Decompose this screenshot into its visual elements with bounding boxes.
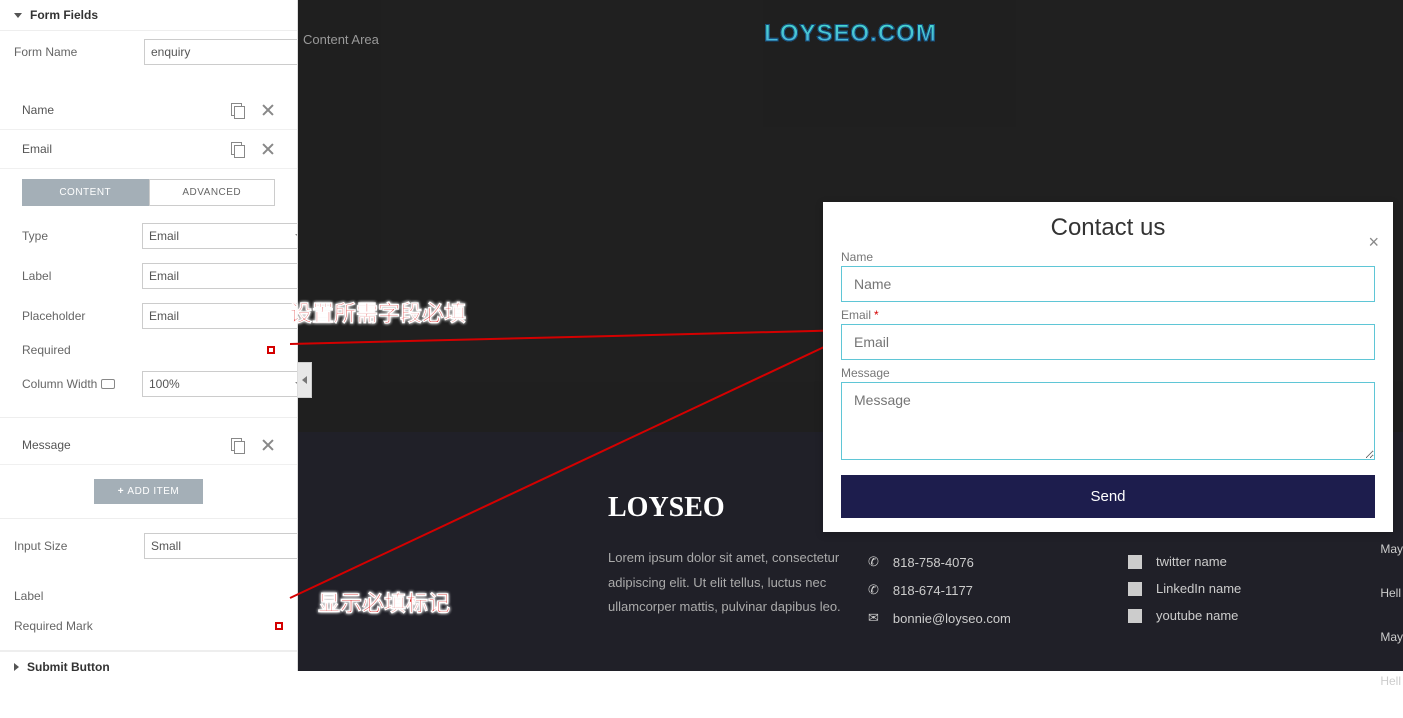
popup-email-label: Email*: [841, 308, 1375, 322]
form-name-input[interactable]: [144, 39, 298, 65]
field-label: Email: [22, 142, 52, 156]
field-label: Message: [22, 438, 71, 452]
type-select[interactable]: [142, 223, 298, 249]
social-item: youtube name: [1128, 608, 1241, 623]
form-name-label: Form Name: [14, 45, 144, 59]
edge-text: Hell: [1380, 586, 1403, 600]
contact-item: ✆818-758-4076: [868, 554, 1011, 570]
copy-icon[interactable]: [231, 142, 245, 156]
watermark: LOYSEO.COM: [764, 20, 937, 48]
required-row: Required YES: [0, 336, 297, 364]
close-icon[interactable]: [261, 103, 275, 117]
input-size-label: Input Size: [14, 539, 144, 553]
popup-name-label: Name: [841, 250, 1375, 264]
tab-content[interactable]: CONTENT: [22, 179, 149, 206]
section-title: Form Fields: [30, 8, 98, 22]
popup-message-label: Message: [841, 366, 1375, 380]
close-icon[interactable]: [261, 438, 275, 452]
label-show-label: Label: [14, 589, 144, 603]
edge-text: May: [1380, 542, 1403, 556]
settings-panel: Form Fields Form Name Name Email CONTENT…: [0, 0, 298, 671]
caret-down-icon: [14, 13, 22, 18]
linkedin-icon: [1128, 582, 1142, 596]
annotation-1: 设置所需字段必填: [290, 296, 466, 328]
social-column: twitter name LinkedIn name youtube name: [1128, 554, 1241, 635]
close-icon[interactable]: [261, 142, 275, 156]
input-size-select[interactable]: [144, 533, 298, 559]
placeholder-row: Placeholder: [0, 296, 297, 336]
required-asterisk: *: [874, 308, 879, 322]
input-size-row: Input Size: [0, 518, 297, 567]
label-input[interactable]: [142, 263, 298, 289]
section-form-fields[interactable]: Form Fields: [0, 0, 297, 31]
placeholder-input[interactable]: [142, 303, 298, 329]
column-width-select[interactable]: [142, 371, 298, 397]
popup-message-input[interactable]: [841, 382, 1375, 460]
placeholder-label: Placeholder: [22, 309, 142, 323]
contact-item: ✆818-674-1177: [868, 582, 1011, 598]
contact-column: ✆818-758-4076 ✆818-674-1177 ✉bonnie@loys…: [868, 554, 1011, 638]
youtube-icon: [1128, 609, 1142, 623]
social-item: twitter name: [1128, 554, 1241, 569]
field-item-email[interactable]: Email: [0, 130, 297, 169]
responsive-icon[interactable]: [101, 379, 115, 389]
required-mark-label: Required Mark: [14, 619, 144, 633]
edge-text: Hell: [1380, 674, 1403, 688]
twitter-icon: [1128, 555, 1142, 569]
popup-email-input[interactable]: [841, 324, 1375, 360]
contact-popup: Contact us × Name Email* Message Send: [823, 202, 1393, 532]
phone-icon: ✆: [868, 554, 879, 570]
edge-column: May Hell May Hell: [1380, 542, 1403, 718]
field-label: Name: [22, 103, 54, 117]
add-item-button[interactable]: ADD ITEM: [94, 479, 203, 504]
content-area-label: Content Area: [303, 32, 379, 47]
social-item: LinkedIn name: [1128, 581, 1241, 596]
popup-name-input[interactable]: [841, 266, 1375, 302]
panel-collapse-handle[interactable]: [298, 362, 312, 398]
required-label: Required: [22, 343, 142, 357]
popup-send-button[interactable]: Send: [841, 475, 1375, 518]
caret-right-icon: [14, 663, 19, 671]
edge-text: May: [1380, 630, 1403, 644]
field-item-message[interactable]: Message: [0, 426, 297, 465]
form-name-row: Form Name: [0, 31, 297, 73]
footer-text: Lorem ipsum dolor sit amet, consectetur …: [608, 546, 848, 620]
contact-item: ✉bonnie@loyseo.com: [868, 610, 1011, 626]
popup-close-icon[interactable]: ×: [1368, 232, 1379, 253]
column-width-label: Column Width: [22, 377, 142, 391]
field-tabs: CONTENT ADVANCED: [22, 179, 275, 206]
required-mark-highlight: SHOW: [275, 622, 283, 630]
type-label: Type: [22, 229, 142, 243]
field-item-name[interactable]: Name: [0, 91, 297, 130]
mail-icon: ✉: [868, 610, 879, 626]
annotation-2: 显示必填标记: [318, 586, 450, 618]
required-highlight: YES: [267, 346, 275, 354]
whatsapp-icon: ✆: [868, 582, 879, 598]
tab-advanced[interactable]: ADVANCED: [149, 179, 276, 206]
type-row: Type: [0, 216, 297, 256]
required-mark-row: Required Mark SHOW: [0, 611, 297, 641]
popup-title: Contact us: [841, 214, 1375, 242]
section-title: Submit Button: [27, 660, 110, 671]
label-label: Label: [22, 269, 142, 283]
label-show-row: Label SHOW: [0, 581, 297, 611]
column-width-row: Column Width: [0, 364, 297, 404]
section-submit-button[interactable]: Submit Button: [0, 651, 297, 671]
label-row: Label: [0, 256, 297, 296]
copy-icon[interactable]: [231, 103, 245, 117]
copy-icon[interactable]: [231, 438, 245, 452]
